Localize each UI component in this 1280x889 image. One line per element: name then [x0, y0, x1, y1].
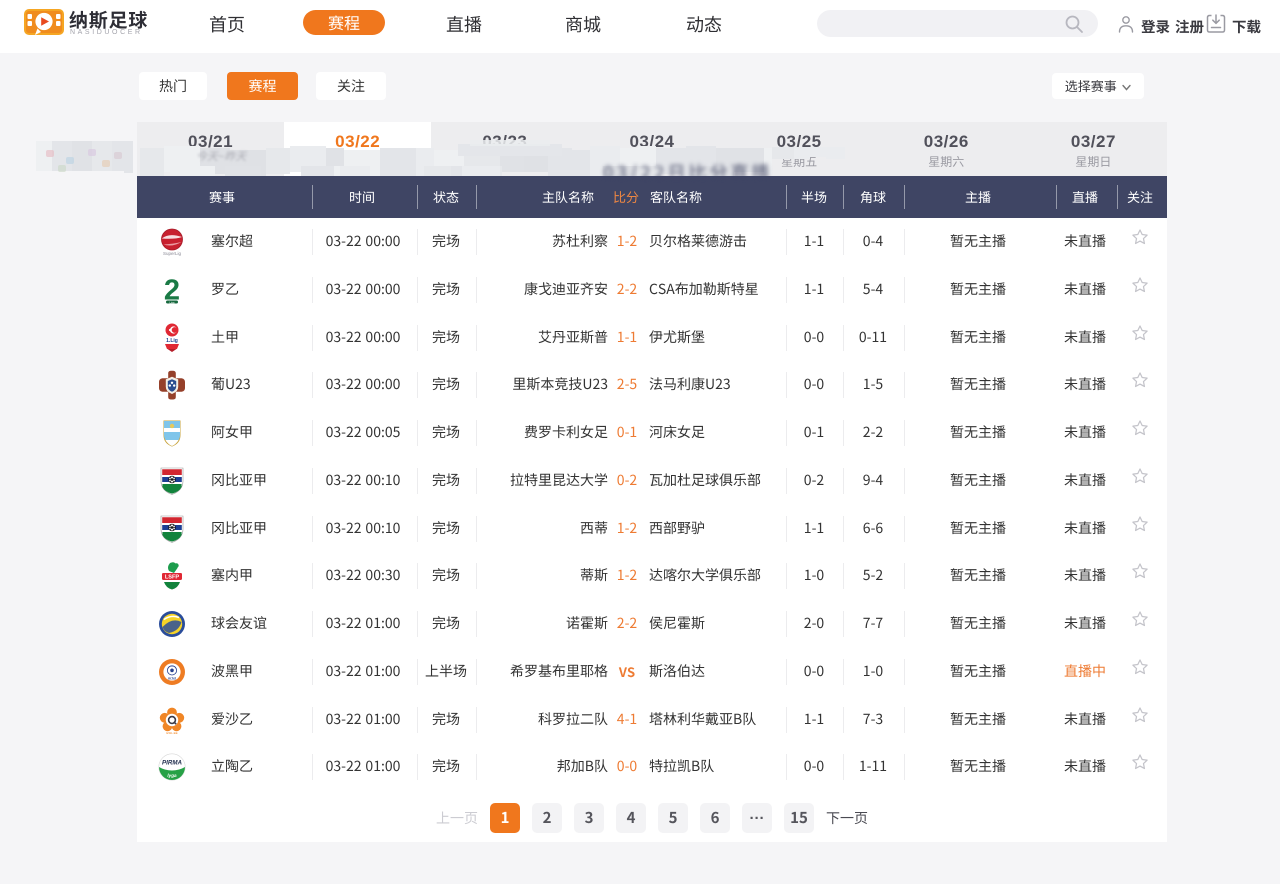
svg-text:SuperLig: SuperLig: [163, 251, 182, 256]
svg-text:lyga: lyga: [167, 773, 177, 778]
svg-text:ESIL.EE: ESIL.EE: [166, 731, 177, 735]
svg-text:LSFP: LSFP: [165, 575, 180, 581]
svg-text:1.Lig: 1.Lig: [166, 338, 178, 344]
svg-text:PIRMA: PIRMA: [162, 760, 182, 767]
svg-text:m:tel: m:tel: [168, 676, 176, 680]
svg-text:Liga: Liga: [170, 300, 175, 304]
